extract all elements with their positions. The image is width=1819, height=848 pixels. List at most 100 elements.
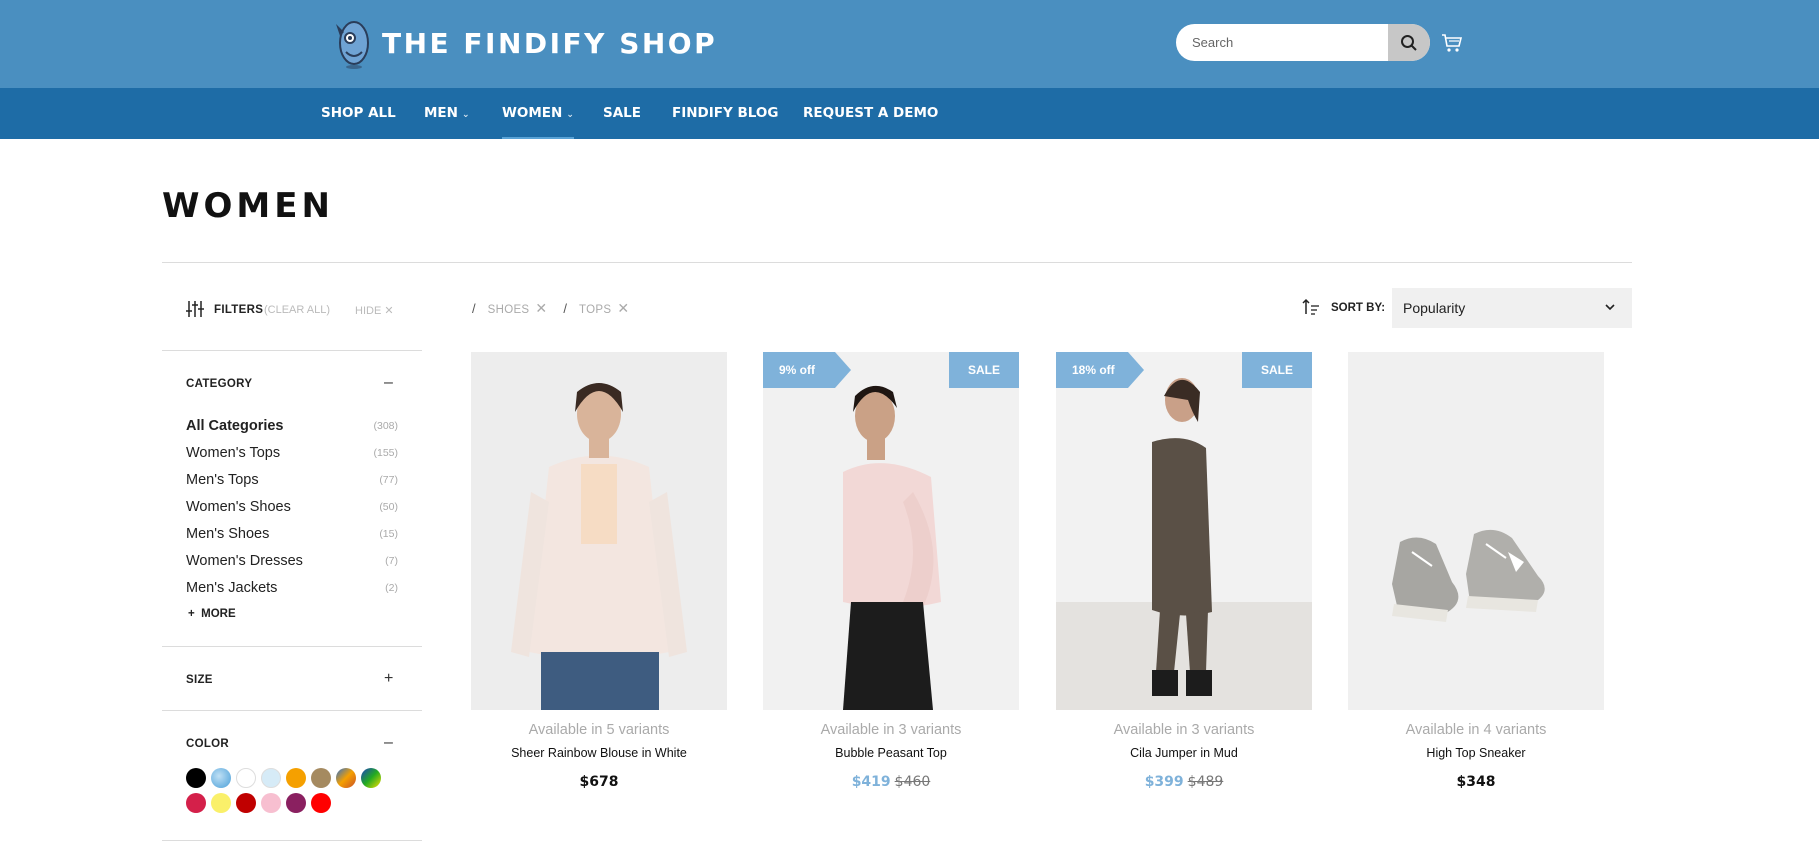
product-card[interactable]: 18% off SALE Available in 3 variants Cil…	[1056, 352, 1312, 790]
hide-filters-button[interactable]: HIDE ✕	[355, 304, 394, 317]
search-icon	[1401, 34, 1417, 51]
cart-icon[interactable]	[1441, 33, 1463, 53]
plus-icon: +	[188, 608, 195, 620]
product-card[interactable]: 9% off SALE Available in 3 variants Bubb…	[763, 352, 1019, 790]
product-variants: Available in 3 variants	[1113, 722, 1255, 738]
discount-ribbon: 18% off	[1056, 352, 1144, 388]
category-item-all[interactable]: All Categories (308)	[186, 412, 398, 439]
filters-sidebar: FILTERS (CLEAR ALL) HIDE ✕ CATEGORY – Al…	[162, 290, 422, 841]
search-button[interactable]	[1388, 24, 1430, 61]
category-item-mens-shoes[interactable]: Men's Shoes (15)	[186, 520, 398, 547]
color-swatch[interactable]	[286, 768, 306, 788]
color-swatch[interactable]	[261, 793, 281, 813]
sale-badge: SALE	[1242, 352, 1312, 388]
main-nav: SHOP ALL MEN ⌄ WOMEN ⌄ SALE FINDIFY BLOG R…	[0, 88, 1819, 139]
product-price: $419 $460	[851, 774, 931, 790]
color-swatch[interactable]	[211, 768, 231, 788]
original-price: $460	[894, 774, 931, 790]
category-item-womens-shoes[interactable]: Women's Shoes (50)	[186, 493, 398, 520]
product-name[interactable]: High Top Sneaker	[1348, 746, 1604, 760]
nav-shop-all[interactable]: SHOP ALL	[321, 88, 396, 139]
color-swatch[interactable]	[236, 768, 256, 788]
product-image[interactable]	[1348, 352, 1604, 710]
category-item-mens-jackets[interactable]: Men's Jackets (2)	[186, 574, 398, 601]
search-box	[1176, 24, 1430, 61]
brand-logo[interactable]: THE FINDIFY SHOP	[332, 16, 717, 70]
nav-request-a-demo[interactable]: REQUEST A DEMO	[803, 88, 938, 139]
expand-size-icon[interactable]: +	[384, 671, 393, 687]
more-categories-button[interactable]: + MORE	[188, 608, 236, 620]
color-swatch[interactable]	[311, 793, 331, 813]
product-image[interactable]: 18% off SALE	[1056, 352, 1312, 710]
filter-chip-tops[interactable]: TOPS ✕	[579, 300, 629, 317]
divider	[162, 350, 422, 351]
close-icon: ✕	[617, 300, 630, 316]
product-photo	[763, 352, 1019, 710]
color-swatch[interactable]	[236, 793, 256, 813]
category-list: All Categories (308) Women's Tops (155) Me…	[186, 412, 398, 601]
color-heading: COLOR	[186, 738, 230, 750]
color-swatches	[186, 768, 396, 818]
clear-all-button[interactable]: (CLEAR ALL)	[264, 304, 330, 316]
product-price: $348	[1456, 774, 1496, 790]
chip-separator: /	[472, 301, 476, 316]
category-item-womens-dresses[interactable]: Women's Dresses (7)	[186, 547, 398, 574]
product-photo	[1056, 352, 1312, 710]
chip-separator: /	[563, 301, 568, 316]
close-icon: ✕	[384, 305, 394, 317]
sort-value: Popularity	[1403, 300, 1466, 316]
chevron-down-icon: ⌄	[461, 110, 470, 120]
category-heading: CATEGORY	[186, 378, 253, 390]
product-price: $678	[579, 774, 619, 790]
product-image[interactable]: 9% off SALE	[763, 352, 1019, 710]
chevron-down-icon: ⌄	[566, 110, 574, 120]
product-name[interactable]: Sheer Rainbow Blouse in White	[471, 746, 727, 760]
product-card[interactable]: Available in 4 variants High Top Sneaker…	[1348, 352, 1604, 790]
color-swatch[interactable]	[336, 768, 356, 788]
sale-badge: SALE	[949, 352, 1019, 388]
nav-men[interactable]: MEN ⌄	[424, 88, 470, 139]
sort-dropdown[interactable]: Popularity	[1392, 288, 1632, 328]
sliders-icon	[186, 301, 204, 317]
collapse-color-icon[interactable]: –	[384, 735, 393, 751]
search-input[interactable]	[1176, 24, 1388, 61]
product-variants: Available in 3 variants	[820, 722, 962, 738]
product-variants: Available in 4 variants	[1405, 722, 1547, 738]
nav-findify-blog[interactable]: FINDIFY BLOG	[672, 88, 778, 139]
owl-logo-icon	[336, 21, 369, 69]
color-swatch[interactable]	[286, 793, 306, 813]
product-price: $399 $489	[1144, 774, 1224, 790]
discount-ribbon: 9% off	[763, 352, 851, 388]
color-swatch[interactable]	[311, 768, 331, 788]
nav-women[interactable]: WOMEN ⌄	[502, 88, 574, 139]
divider	[162, 646, 422, 647]
product-name[interactable]: Cila Jumper in Mud	[1056, 746, 1312, 760]
product-photo	[1348, 352, 1604, 710]
collapse-category-icon[interactable]: –	[384, 375, 393, 391]
sort-label: SORT BY:	[1331, 302, 1386, 314]
sort-icon	[1302, 298, 1319, 315]
divider	[162, 840, 422, 841]
color-swatch[interactable]	[211, 793, 231, 813]
chevron-down-icon	[1605, 304, 1615, 311]
discount-label: 9% off	[779, 363, 815, 377]
category-item-mens-tops[interactable]: Men's Tops (77)	[186, 466, 398, 493]
product-name[interactable]: Bubble Peasant Top	[763, 746, 1019, 760]
nav-sale[interactable]: SALE	[603, 88, 641, 139]
discount-label: 18% off	[1072, 363, 1115, 377]
original-price: $489	[1187, 774, 1224, 790]
product-variants: Available in 5 variants	[528, 722, 670, 738]
filters-label: FILTERS	[214, 304, 264, 316]
size-heading: SIZE	[186, 674, 213, 686]
color-swatch[interactable]	[186, 768, 206, 788]
color-swatch[interactable]	[261, 768, 281, 788]
divider	[162, 710, 422, 711]
divider	[162, 262, 1632, 263]
category-item-womens-tops[interactable]: Women's Tops (155)	[186, 439, 398, 466]
filter-chip-shoes[interactable]: SHOES ✕	[488, 300, 548, 317]
product-image[interactable]	[471, 352, 727, 710]
color-swatch[interactable]	[186, 793, 206, 813]
product-card[interactable]: Available in 5 variants Sheer Rainbow Bl…	[471, 352, 727, 790]
brand-name: THE FINDIFY SHOP	[382, 26, 718, 60]
color-swatch[interactable]	[361, 768, 381, 788]
